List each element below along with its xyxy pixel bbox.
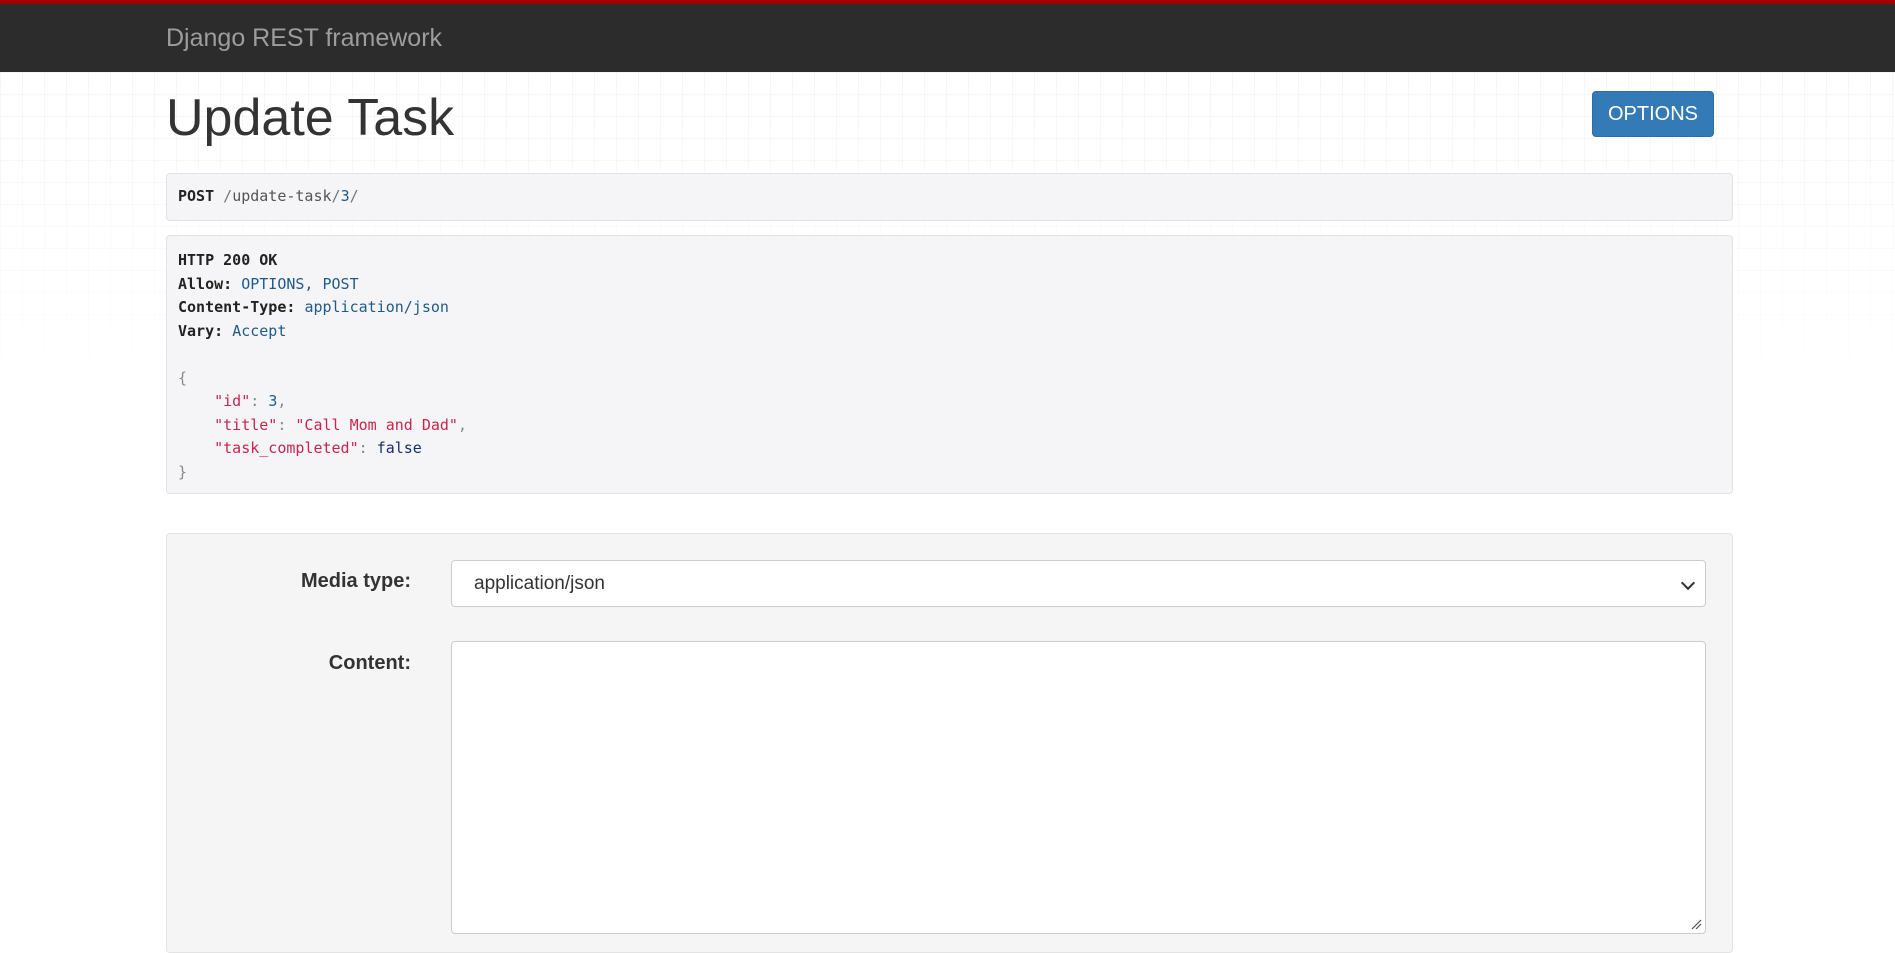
path-slash: / bbox=[331, 187, 341, 205]
content-label: Content: bbox=[328, 652, 411, 674]
chevron-down-icon bbox=[1680, 575, 1696, 591]
media-type-select[interactable]: application/json bbox=[451, 560, 1706, 607]
header-key: Allow: bbox=[178, 274, 233, 293]
json-open-brace: { bbox=[178, 368, 188, 387]
options-button[interactable]: OPTIONS bbox=[1592, 91, 1714, 137]
path-slash: / bbox=[349, 187, 359, 205]
page-title: Update Task bbox=[166, 89, 455, 147]
response-info: HTTP 200 OK Allow: OPTIONS, POST Content… bbox=[166, 235, 1733, 494]
json-close-brace: } bbox=[178, 462, 188, 481]
json-key: "id" bbox=[214, 392, 251, 410]
json-key: "title" bbox=[214, 415, 278, 434]
json-separator: , bbox=[457, 415, 467, 434]
json-separator: , bbox=[277, 392, 287, 410]
path-id-link[interactable]: 3 bbox=[341, 187, 350, 205]
header-value: OPTIONS, POST bbox=[241, 274, 359, 293]
json-value: "Call Mom and Dad" bbox=[295, 415, 458, 434]
header-key: Vary: bbox=[178, 321, 224, 340]
brand-link[interactable]: Django REST framework bbox=[166, 24, 442, 53]
request-method: POST bbox=[178, 187, 215, 205]
json-value: 3 bbox=[268, 392, 278, 410]
header-value: Accept bbox=[232, 321, 287, 340]
json-key: "task_completed" bbox=[214, 439, 359, 457]
json-value: false bbox=[376, 439, 422, 457]
path-segment: update-task bbox=[232, 187, 332, 205]
resize-grip-icon[interactable] bbox=[1690, 918, 1702, 930]
media-type-selected: application/json bbox=[474, 573, 605, 594]
navbar: Django REST framework bbox=[0, 0, 1895, 72]
request-info: POST /update-task/3/ bbox=[166, 173, 1733, 221]
header-key: Content-Type: bbox=[178, 298, 296, 316]
header-value: application/json bbox=[304, 298, 449, 316]
response-status: HTTP 200 OK bbox=[178, 251, 278, 269]
media-type-label: Media type: bbox=[300, 570, 411, 592]
content-textarea[interactable] bbox=[451, 641, 1706, 934]
path-slash: / bbox=[223, 187, 233, 205]
